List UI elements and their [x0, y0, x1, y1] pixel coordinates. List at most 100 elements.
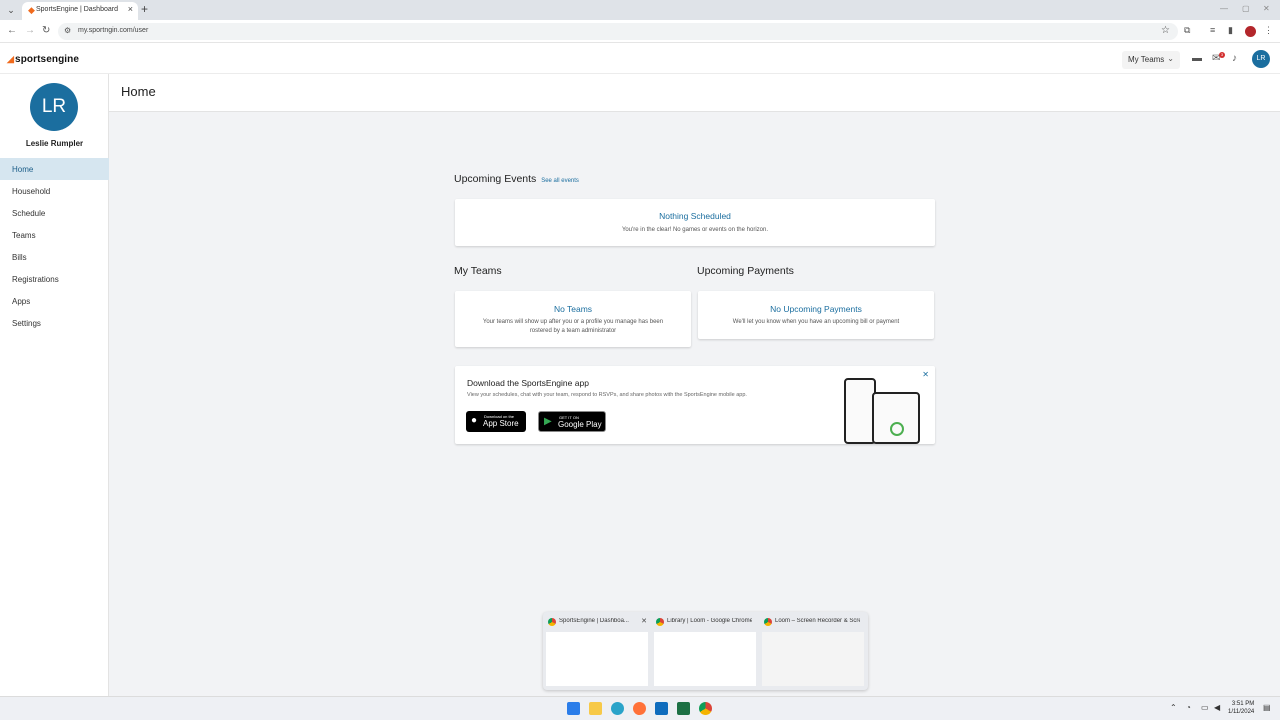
sidebar-item-teams[interactable]: Teams: [0, 224, 109, 246]
sidebar-item-registrations[interactable]: Registrations: [0, 268, 109, 290]
window-close-icon[interactable]: ✕: [1263, 4, 1270, 13]
chrome-taskbar-icon[interactable]: [699, 702, 712, 715]
outlook-icon[interactable]: [655, 702, 668, 715]
tray-chevron-icon[interactable]: ⌃: [1170, 703, 1177, 712]
preview-thumbnail: [546, 632, 648, 686]
download-app-title: Download the SportsEngine app: [467, 378, 589, 388]
windows-start-icon[interactable]: [567, 702, 580, 715]
chevron-down-icon: ⌄: [1167, 54, 1174, 63]
chrome-menu-icon[interactable]: ⋮: [1264, 25, 1273, 36]
media-icon[interactable]: ≡: [1210, 25, 1215, 35]
browser-tabstrip: ⌄ ◆ SportsEngine | Dashboard × + — ▢ ✕: [0, 0, 1280, 20]
firefox-icon[interactable]: [633, 702, 646, 715]
browser-profile-avatar[interactable]: [1245, 26, 1256, 37]
maximize-icon[interactable]: ▢: [1242, 4, 1250, 13]
clock-date: 1/11/2024: [1228, 709, 1255, 715]
minimize-icon[interactable]: —: [1220, 4, 1228, 13]
my-teams-dropdown[interactable]: My Teams ⌄: [1122, 51, 1180, 69]
header-avatar[interactable]: LR: [1252, 50, 1270, 68]
chat-icon[interactable]: ▬: [1192, 53, 1202, 64]
chrome-icon: [656, 618, 664, 626]
google-play-icon: ▶: [544, 416, 552, 427]
sidebar-item-bills[interactable]: Bills: [0, 246, 109, 268]
logo-text: sportsengine: [15, 54, 80, 65]
network-icon[interactable]: ◔: [1186, 703, 1191, 712]
my-teams-heading: My Teams: [454, 265, 502, 277]
back-icon[interactable]: ←: [7, 25, 17, 36]
browser-tab-sportsengine[interactable]: ◆ SportsEngine | Dashboard ×: [22, 2, 138, 20]
chrome-icon: [764, 618, 772, 626]
preview-thumbnail: [654, 632, 756, 686]
tab-search-icon[interactable]: ⌄: [4, 3, 18, 17]
bookmark-star-icon[interactable]: ☆: [1161, 25, 1170, 36]
nothing-scheduled-title: Nothing Scheduled: [659, 211, 731, 221]
app-store-button[interactable]: ● Download on the App Store: [466, 411, 526, 432]
profile-name: Leslie Rumpler: [25, 139, 84, 148]
address-bar[interactable]: ⚙ my.sportngin.com/user ☆: [58, 23, 1178, 40]
preview-window-sportsengine[interactable]: SportsEngine | Dashboa... ✕: [543, 612, 651, 690]
preview-title: SportsEngine | Dashboa...: [559, 618, 629, 624]
upcoming-payments-heading: Upcoming Payments: [697, 265, 794, 277]
download-app-text: View your schedules, chat with your team…: [467, 392, 747, 398]
notification-badge: 3: [1219, 52, 1225, 58]
sidebar-item-household[interactable]: Household: [0, 180, 109, 202]
clock-time: 3:51 PM: [1231, 701, 1255, 707]
no-payments-title: No Upcoming Payments: [770, 304, 862, 314]
dismiss-close-icon[interactable]: ✕: [922, 370, 929, 379]
no-payments-text: We'll let you know when you have an upco…: [732, 319, 900, 325]
see-all-events-link[interactable]: See all events: [541, 178, 579, 184]
browser-toolbar: ← → ↻ ⚙ my.sportngin.com/user ☆ ⧉ ≡ ▮ ⋮: [0, 20, 1280, 43]
bell-icon[interactable]: ♪: [1232, 53, 1237, 64]
no-teams-text: Your teams will show up after you or a p…: [482, 319, 664, 334]
extensions-icon[interactable]: ⧉: [1184, 25, 1190, 36]
sidebar-item-settings[interactable]: Settings: [0, 312, 109, 334]
apple-icon: ●: [471, 415, 478, 426]
preview-title: Loom – Screen Recorder & Scre...: [775, 618, 860, 624]
sidebar-item-schedule[interactable]: Schedule: [0, 202, 109, 224]
preview-thumbnail: [762, 632, 864, 686]
sportsengine-logo[interactable]: ◢sportsengine: [7, 54, 79, 65]
sidebar: LR Leslie Rumpler Home Household Schedul…: [0, 74, 109, 696]
upcoming-events-heading: Upcoming Events See all events: [454, 173, 579, 185]
app-header: ◢sportsengine My Teams ⌄ ▬ ✉ ♪: [0, 44, 1280, 74]
profile-avatar[interactable]: LR: [30, 83, 78, 131]
logo-mark-icon: ◢: [7, 54, 15, 64]
preview-title: Library | Loom - Google Chrome: [667, 618, 752, 624]
file-explorer-icon[interactable]: [589, 702, 602, 715]
monitor-icon[interactable]: ▭: [1201, 703, 1209, 712]
notification-center-icon[interactable]: ▤: [1263, 703, 1271, 712]
tab-title: SportsEngine | Dashboard: [36, 6, 118, 13]
preview-window-loom-recorder[interactable]: Loom – Screen Recorder & Scre...: [759, 612, 867, 690]
my-teams-card: No Teams Your teams will show up after y…: [455, 291, 691, 347]
upcoming-payments-card: No Upcoming Payments We'll let you know …: [698, 291, 934, 339]
edge-icon[interactable]: [611, 702, 624, 715]
download-app-card: Download the SportsEngine app View your …: [455, 366, 935, 444]
excel-icon[interactable]: [677, 702, 690, 715]
taskbar-window-preview: SportsEngine | Dashboa... ✕ Library | Lo…: [543, 612, 868, 690]
sidebar-nav: Home Household Schedule Teams Bills Regi…: [0, 158, 109, 334]
upcoming-events-title: Upcoming Events: [454, 173, 537, 185]
google-play-button[interactable]: ▶ GET IT ON Google Play: [538, 411, 606, 432]
phone-illustration-front: [872, 392, 920, 444]
no-teams-title: No Teams: [553, 304, 593, 314]
my-teams-label: My Teams: [1128, 55, 1165, 64]
new-tab-icon[interactable]: +: [141, 2, 148, 16]
forward-icon[interactable]: →: [25, 25, 35, 36]
upcoming-events-card: Nothing Scheduled You're in the clear! N…: [455, 199, 935, 246]
reload-icon[interactable]: ↻: [42, 25, 50, 36]
preview-close-icon[interactable]: ✕: [641, 617, 647, 625]
sidebar-item-apps[interactable]: Apps: [0, 290, 109, 312]
sidepanel-icon[interactable]: ▮: [1228, 25, 1233, 36]
url-text: my.sportngin.com/user: [78, 27, 149, 34]
app-store-big-text: App Store: [483, 419, 519, 428]
system-clock[interactable]: 3:51 PM 1/11/2024: [1228, 700, 1254, 716]
volume-icon[interactable]: ◀: [1214, 703, 1220, 712]
nothing-scheduled-text: You're in the clear! No games or events …: [621, 227, 768, 233]
chrome-icon: [548, 618, 556, 626]
preview-window-loom-library[interactable]: Library | Loom - Google Chrome: [651, 612, 759, 690]
sidebar-item-home[interactable]: Home: [0, 158, 109, 180]
site-info-icon[interactable]: ⚙: [64, 26, 71, 35]
tab-close-icon[interactable]: ×: [128, 4, 133, 14]
taskbar: ⌃ ◔ ▭ ◀ 3:51 PM 1/11/2024 ▤: [0, 696, 1280, 720]
gauge-icon: [890, 422, 904, 436]
